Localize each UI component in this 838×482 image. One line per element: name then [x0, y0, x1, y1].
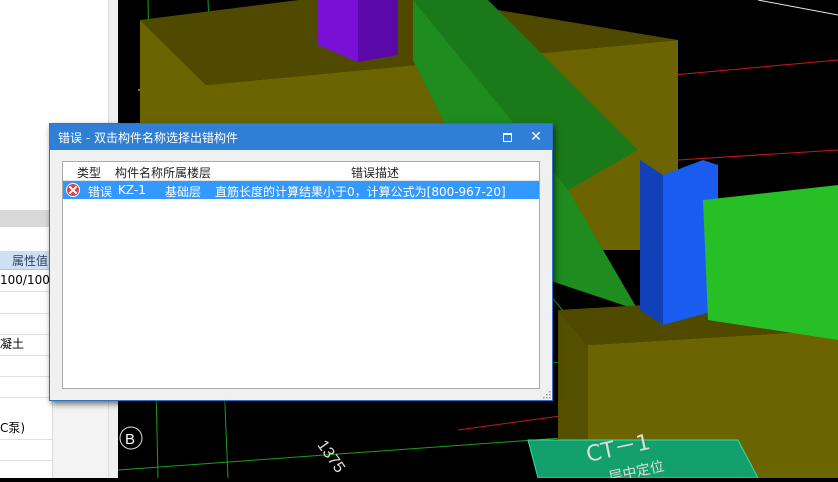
row-description: 直筋长度的计算结果小于0，计算公式为[800-967-20]: [215, 185, 506, 199]
property-row[interactable]: [0, 292, 52, 314]
error-icon: [66, 183, 80, 197]
dialog-title-bar[interactable]: 错误 - 双击构件名称选择出错构件 ✕: [50, 124, 552, 150]
property-row[interactable]: 100/100: [0, 270, 52, 292]
column-header-type[interactable]: 类型: [77, 164, 101, 181]
maximize-button[interactable]: [498, 128, 516, 146]
error-dialog: 错误 - 双击构件名称选择出错构件 ✕ 类型 构件名称 所属楼层 错误描述 错误…: [49, 123, 553, 401]
right-green-beam: [703, 185, 838, 340]
dialog-title: 错误 - 双击构件名称选择出错构件: [58, 131, 238, 145]
property-row[interactable]: [0, 439, 52, 461]
property-row[interactable]: [0, 376, 52, 398]
close-icon: ✕: [530, 129, 542, 145]
purple-column-side: [358, 0, 398, 62]
column-header-description[interactable]: 错误描述: [351, 164, 399, 181]
resize-grip-icon[interactable]: [543, 391, 551, 399]
property-row[interactable]: 凝土: [0, 334, 52, 356]
row-component-name: KZ-1: [118, 183, 146, 197]
blue-column-side: [640, 160, 663, 325]
list-header: 类型 构件名称 所属楼层 错误描述: [63, 162, 539, 181]
column-header-floor[interactable]: 所属楼层: [163, 164, 211, 181]
row-type: 错误: [88, 185, 113, 199]
dimension-label: 1375: [313, 437, 347, 476]
column-header-name[interactable]: 构件名称: [115, 164, 163, 181]
property-row[interactable]: [0, 313, 52, 335]
property-value-header-label: 属性值: [11, 254, 48, 268]
axis-label-b: B: [125, 431, 135, 448]
property-row[interactable]: C泵): [0, 418, 52, 440]
row-floor: 基础层: [165, 185, 202, 199]
list-item[interactable]: 错误 KZ-1 基础层 直筋长度的计算结果小于0，计算公式为[800-967-2…: [63, 181, 539, 199]
error-list[interactable]: 类型 构件名称 所属楼层 错误描述 错误 KZ-1 基础层 直筋长度的计算结果小…: [62, 161, 540, 389]
property-row[interactable]: [0, 355, 52, 377]
close-button[interactable]: ✕: [526, 127, 546, 147]
property-value-header: 属性值: [0, 251, 52, 270]
maximize-icon: [503, 133, 512, 142]
